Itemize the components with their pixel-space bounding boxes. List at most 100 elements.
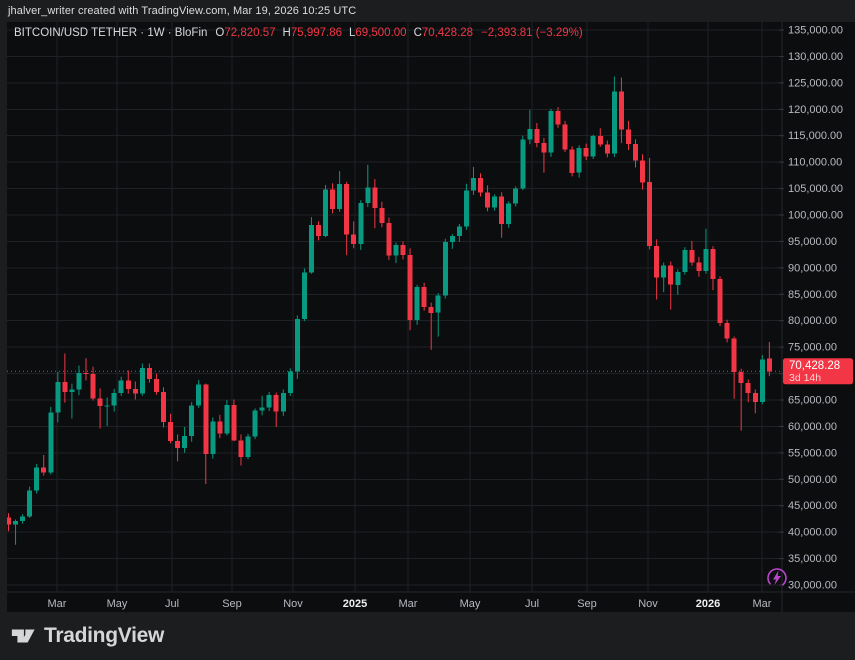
- price-axis-label[interactable]: 105,000.00: [788, 183, 843, 195]
- candle: [583, 143, 589, 160]
- time-axis-label[interactable]: Jul: [525, 598, 539, 610]
- candle: [724, 319, 730, 343]
- candle: [203, 383, 209, 484]
- candle: [668, 261, 674, 310]
- candle: [266, 392, 272, 412]
- price-axis-label[interactable]: 125,000.00: [788, 77, 843, 89]
- candle: [386, 217, 392, 260]
- candle: [48, 406, 54, 475]
- time-axis-label[interactable]: Mar: [48, 598, 67, 610]
- price-axis-label[interactable]: 90,000.00: [788, 262, 837, 274]
- candle: [139, 363, 145, 396]
- candle: [308, 217, 314, 274]
- price-axis-label[interactable]: 75,000.00: [788, 342, 837, 354]
- price-axis-label[interactable]: 130,000.00: [788, 51, 843, 63]
- high-value: H75,997.86: [282, 27, 342, 39]
- price-axis-label[interactable]: 85,000.00: [788, 289, 837, 301]
- candle: [224, 400, 230, 436]
- chart-panel[interactable]: BITCOIN/USD TETHER · 1W · BloFin O72,820…: [7, 22, 855, 612]
- candle: [294, 315, 300, 379]
- price-axis-label[interactable]: 55,000.00: [788, 447, 837, 459]
- candle: [196, 379, 202, 408]
- time-axis-label[interactable]: May: [460, 598, 481, 610]
- candle: [499, 192, 505, 238]
- candle: [731, 336, 737, 399]
- price-axis-label[interactable]: 95,000.00: [788, 236, 837, 248]
- candle: [83, 358, 89, 381]
- candle: [7, 513, 11, 532]
- candle: [633, 139, 638, 168]
- candle: [661, 262, 667, 293]
- candle: [161, 387, 166, 428]
- candle: [400, 241, 406, 260]
- candle: [132, 381, 138, 400]
- candle: [175, 434, 181, 462]
- candle: [689, 240, 695, 266]
- attribution-text: jhalver_writer created with TradingView.…: [8, 5, 357, 17]
- time-axis-label[interactable]: May: [107, 598, 128, 610]
- symbol-title: BITCOIN/USD TETHER · 1W · BloFin: [14, 27, 208, 39]
- candle: [682, 247, 688, 275]
- time-axis-label[interactable]: Jul: [165, 598, 179, 610]
- candle: [245, 433, 251, 460]
- candle: [217, 414, 223, 439]
- candle: [41, 455, 47, 476]
- time-axis-label[interactable]: Nov: [283, 598, 303, 610]
- candle: [55, 372, 61, 423]
- price-axis-label[interactable]: 110,000.00: [788, 157, 842, 169]
- price-axis-label[interactable]: 120,000.00: [788, 104, 843, 116]
- time-axis-label[interactable]: Mar: [399, 598, 418, 610]
- symbol-legend[interactable]: BITCOIN/USD TETHER · 1W · BloFin O72,820…: [14, 25, 583, 41]
- price-axis-label[interactable]: 100,000.00: [788, 210, 843, 222]
- time-axis-label[interactable]: 2026: [696, 598, 720, 610]
- candle: [34, 464, 40, 494]
- candle: [287, 368, 293, 396]
- time-axis-label[interactable]: 2025: [343, 598, 367, 610]
- candle: [562, 120, 568, 153]
- candle: [104, 397, 110, 426]
- price-axis-label[interactable]: 135,000.00: [788, 25, 843, 37]
- candle: [252, 408, 258, 440]
- candle: [273, 392, 279, 427]
- candle: [27, 486, 33, 518]
- candle: [752, 389, 758, 414]
- candle: [259, 395, 265, 416]
- price-axis-label[interactable]: 40,000.00: [788, 527, 837, 539]
- price-axis-label[interactable]: 80,000.00: [788, 315, 837, 327]
- open-value: O72,820.57: [215, 27, 276, 39]
- price-axis-label[interactable]: 30,000.00: [788, 580, 837, 592]
- lightning-boost-icon[interactable]: [764, 565, 789, 590]
- candle: [675, 269, 681, 295]
- tradingview-logo-icon[interactable]: [10, 623, 36, 649]
- candle: [182, 427, 188, 453]
- candle: [463, 183, 469, 230]
- candle: [393, 242, 399, 264]
- candle: [506, 201, 512, 228]
- price-axis-label[interactable]: 65,000.00: [788, 395, 837, 407]
- time-axis-label[interactable]: Sep: [577, 598, 597, 610]
- candle: [696, 256, 702, 277]
- candle: [344, 181, 350, 256]
- price-axis-label[interactable]: 45,000.00: [788, 500, 837, 512]
- price-axis-label[interactable]: 60,000.00: [788, 421, 837, 433]
- candlestick-chart[interactable]: 135,000.00 130,000.00 125,000.00 120,000.00…: [7, 22, 855, 612]
- time-axis-label[interactable]: Nov: [638, 598, 658, 610]
- candle: [759, 355, 765, 405]
- tradingview-wordmark[interactable]: TradingView: [44, 624, 164, 648]
- price-axis-label[interactable]: 35,000.00: [788, 553, 837, 565]
- candle: [69, 383, 75, 419]
- candle: [548, 108, 554, 157]
- price-axis-label[interactable]: 50,000.00: [788, 474, 837, 486]
- candle: [428, 302, 434, 350]
- time-axis-label[interactable]: Mar: [753, 598, 772, 610]
- candle: [611, 76, 617, 157]
- time-axis-label[interactable]: Sep: [222, 598, 242, 610]
- candle: [280, 389, 286, 416]
- close-value: C70,428.28: [413, 27, 474, 39]
- price-axis-label[interactable]: 115,000.00: [788, 130, 842, 142]
- candle: [534, 123, 540, 148]
- candle: [442, 238, 448, 299]
- candle: [541, 137, 547, 173]
- candle: [745, 379, 751, 403]
- candle: [597, 128, 603, 147]
